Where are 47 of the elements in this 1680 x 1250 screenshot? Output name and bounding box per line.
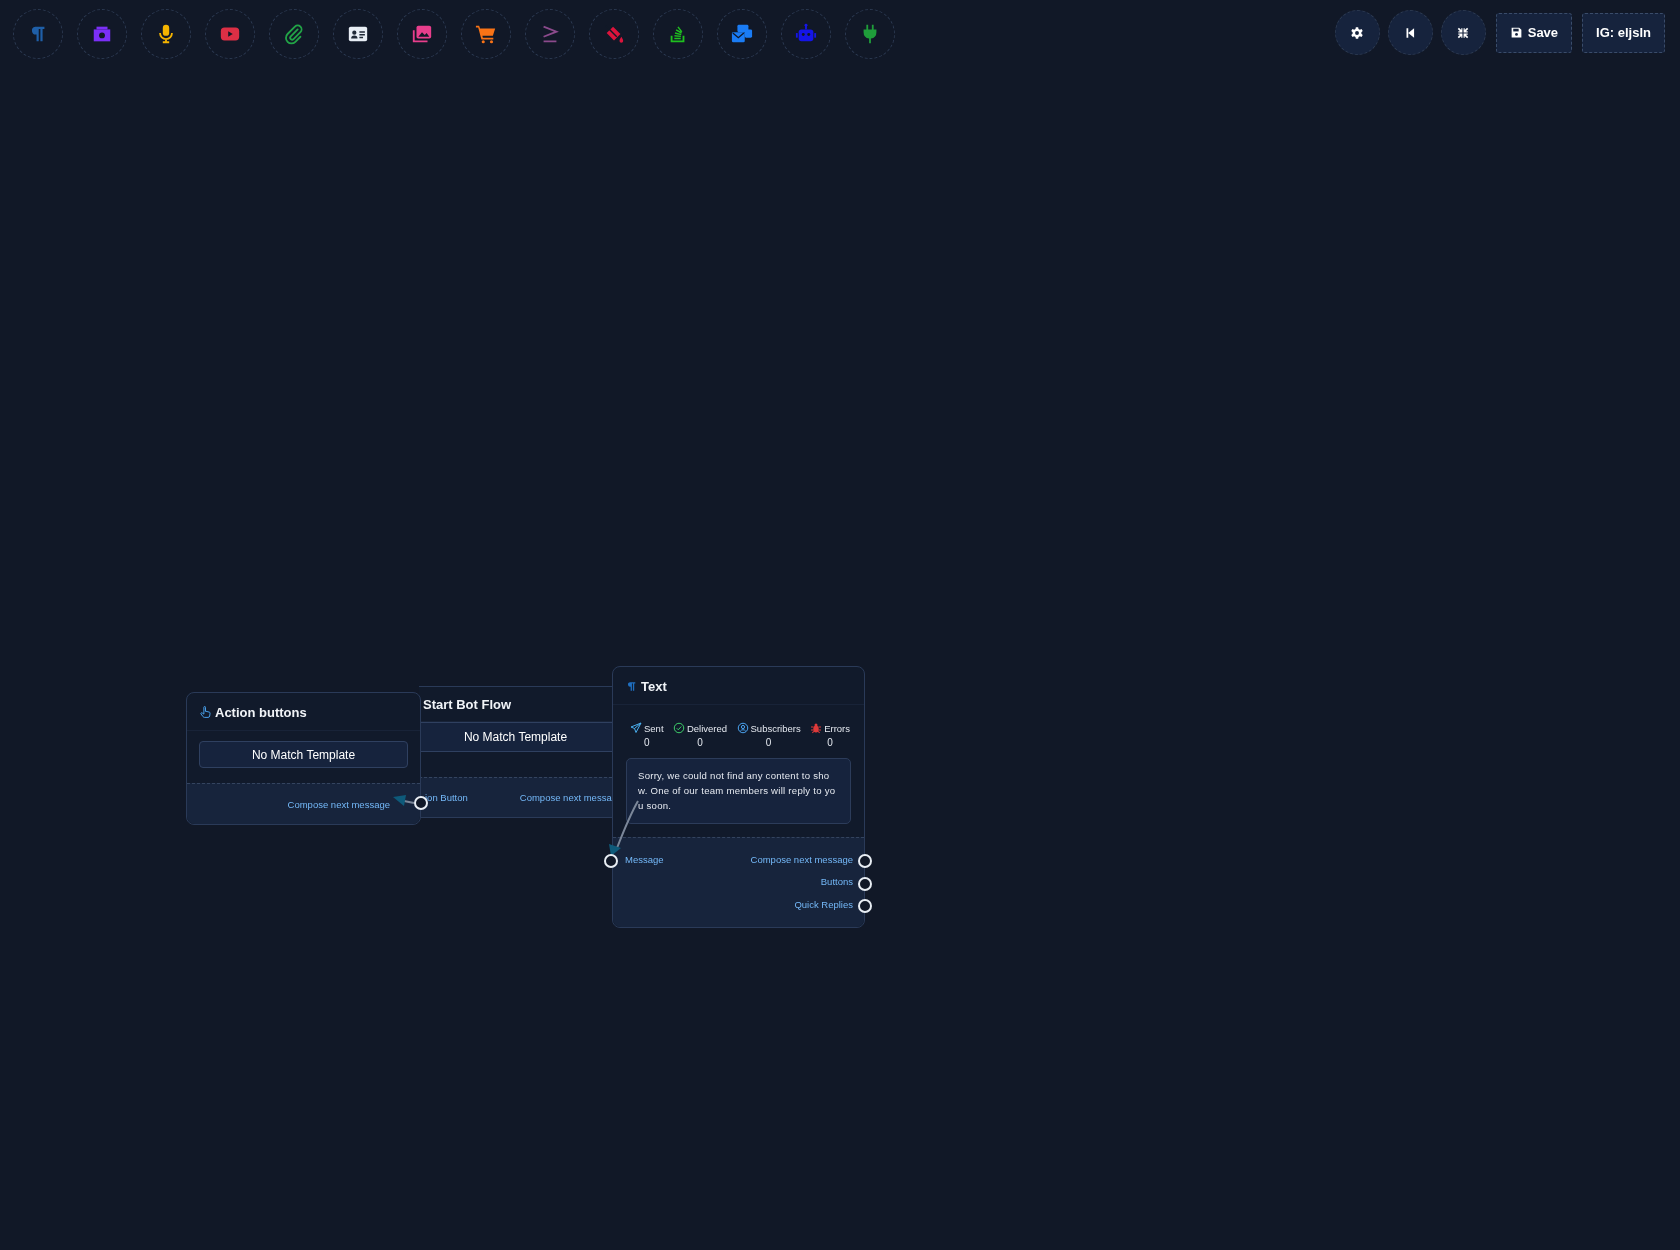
input-label: Message [625, 853, 664, 865]
node-title: Text [641, 679, 667, 694]
stat-label: Delivered [686, 722, 728, 734]
stat-value: 0 [644, 737, 650, 748]
pointing-hand-icon [199, 706, 212, 719]
user-circle-icon [736, 722, 749, 734]
paint-bucket-icon [603, 23, 625, 45]
paragraph-icon [625, 680, 638, 693]
cart-icon [475, 23, 497, 45]
node-title: Action buttons [215, 705, 307, 720]
stat-value: 0 [697, 737, 703, 748]
settings-icon [1350, 25, 1365, 40]
output-label: Quick Replies [794, 898, 853, 910]
settings-button[interactable] [1334, 10, 1380, 55]
output-label: ion Button [425, 792, 468, 803]
stat-label: Errors [824, 722, 850, 734]
flow-node-card[interactable]: Text Sent 0 Delivered 0 Subscribers 0 Errors 0 Sorry, we could not find any content to show. One of our team members will reply to you soon. Message Compose next message Buttons Quick Replies [612, 666, 865, 928]
output-label: Compose next messa [519, 792, 612, 803]
skip-back-button[interactable] [1387, 10, 1433, 55]
paperclip-icon [283, 23, 305, 45]
stat-label: Sent [644, 722, 664, 734]
connector-arrow [609, 800, 639, 856]
output-port[interactable] [858, 854, 872, 868]
stat-value: 0 [827, 737, 833, 748]
bug-icon [810, 722, 823, 734]
collapse-button[interactable] [1440, 10, 1486, 55]
message-bubble[interactable]: Sorry, we could not find any content to show. One of our team members will reply to you soon. [626, 758, 851, 824]
output-label: Compose next message [750, 853, 853, 865]
node-title: Start Bot Flow [423, 697, 512, 712]
output-label: Compose next message [287, 798, 390, 810]
stat-value: 0 [765, 737, 772, 748]
mail-icon [731, 23, 753, 45]
collapse-icon [1456, 25, 1471, 40]
paper-plane-icon [630, 722, 642, 734]
flow-node-card[interactable]: Action buttons No Match Template Compose next message [186, 692, 421, 825]
output-port[interactable] [858, 899, 872, 913]
images-icon [411, 23, 433, 45]
stat-label: Subscribers [750, 722, 801, 734]
save-button[interactable]: Save [1495, 12, 1573, 53]
template-button[interactable]: No Match Template [419, 722, 612, 752]
template-button[interactable]: No Match Template [199, 741, 408, 768]
connector-arrow [393, 795, 415, 806]
output-label: Buttons [820, 876, 853, 888]
account-button[interactable]: IG: eljsln [1582, 12, 1665, 53]
check-circle-icon [672, 722, 685, 734]
input-port[interactable] [604, 854, 618, 868]
flow-node-card[interactable]: Start Bot Flow No Match Template ion Button Compose next messa [419, 686, 612, 818]
